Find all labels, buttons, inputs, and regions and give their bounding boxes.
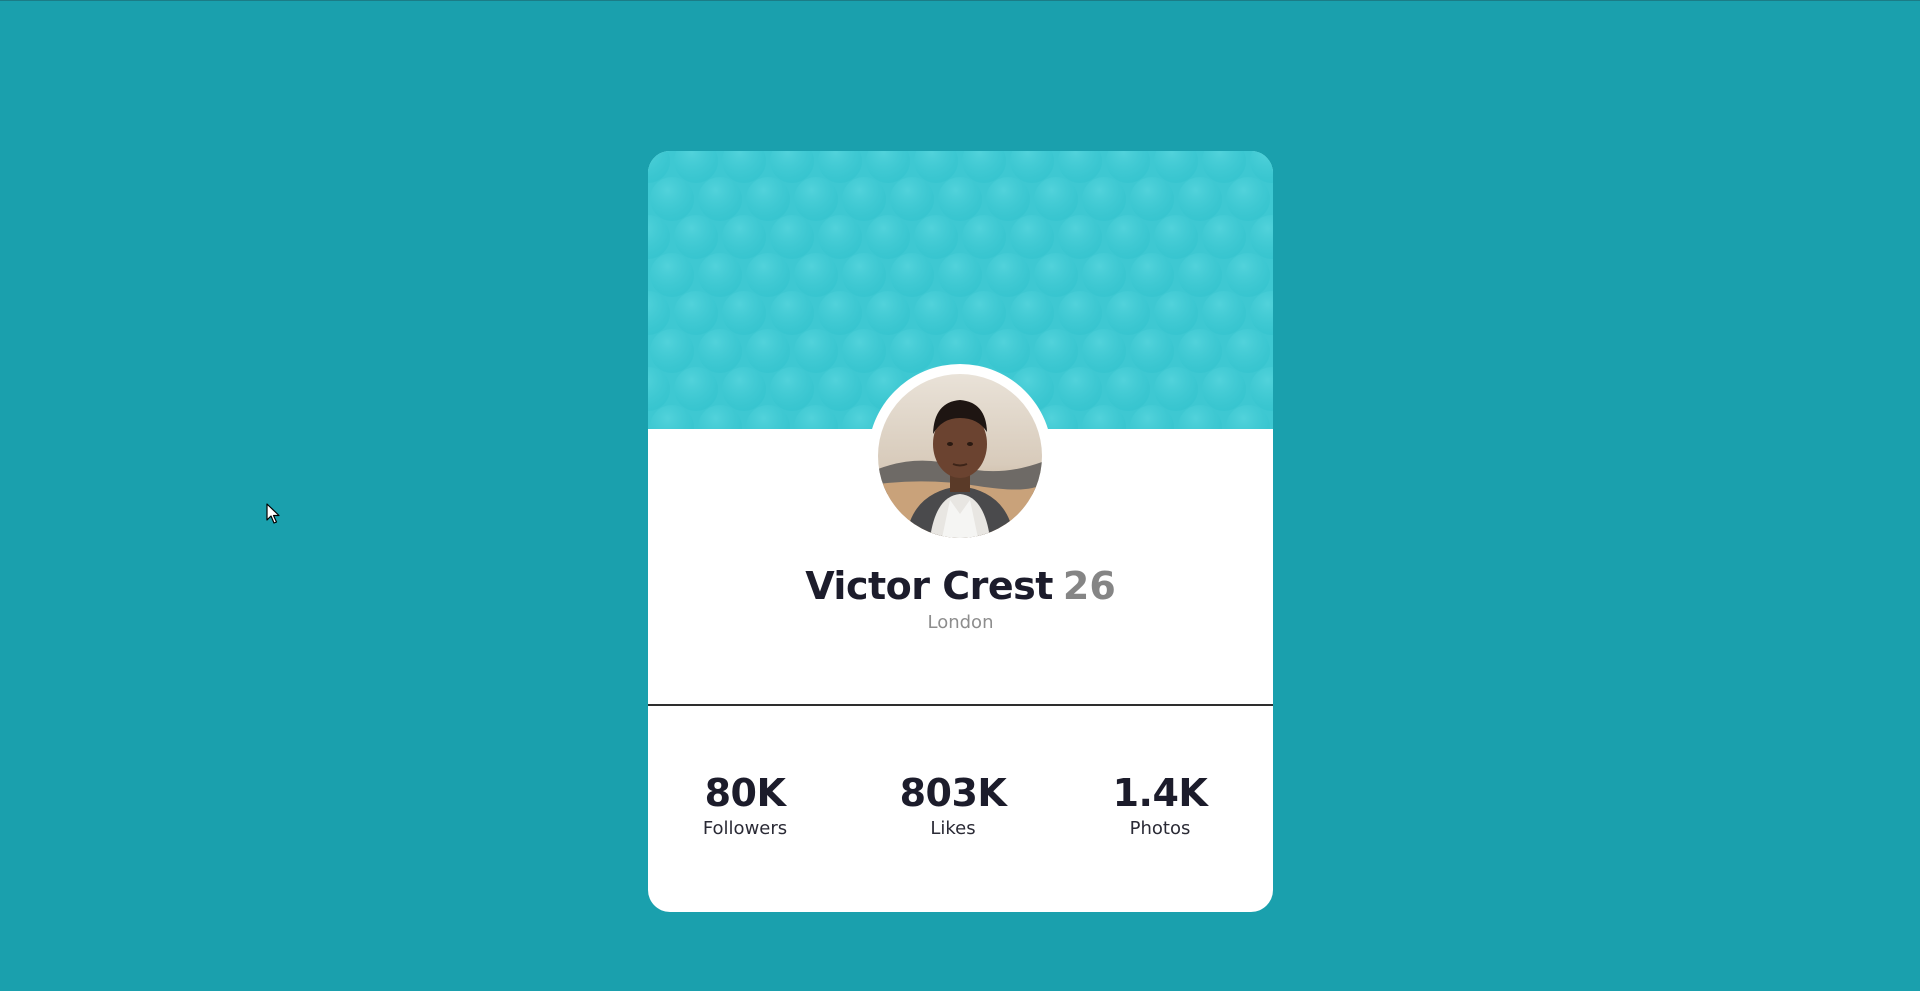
banner-bubble [866, 215, 910, 259]
banner-bubble [770, 215, 814, 259]
banner-bubble [890, 253, 934, 297]
banner-bubble [1226, 329, 1270, 373]
banner-bubble [938, 177, 982, 221]
banner-bubble [866, 291, 910, 335]
banner-bubble [1034, 329, 1078, 373]
banner-bubble [698, 329, 742, 373]
banner-bubble [818, 215, 862, 259]
banner-bubble [1202, 291, 1246, 335]
banner-bubble [1178, 177, 1222, 221]
banner-bubble [698, 253, 742, 297]
banner-bubble [1226, 253, 1270, 297]
banner-bubble [986, 253, 1030, 297]
banner-bubble [1178, 253, 1222, 297]
banner-bubble [986, 177, 1030, 221]
banner-bubble [1202, 367, 1246, 411]
banner-bubble [962, 215, 1006, 259]
avatar-photo [878, 374, 1042, 538]
banner-bubble [1130, 329, 1174, 373]
banner-bubble [722, 367, 766, 411]
banner-bubble [1154, 367, 1198, 411]
stat-likes: 803K Likes [863, 771, 1043, 843]
banner-bubble [1082, 177, 1126, 221]
stat-followers: 80K Followers [655, 771, 835, 843]
banner-bubble [770, 367, 814, 411]
banner-bubble [1202, 215, 1246, 259]
banner-bubble [842, 253, 886, 297]
banner-bubble [794, 253, 838, 297]
banner-bubble [914, 215, 958, 259]
banner-bubble [1154, 291, 1198, 335]
banner-bubble [722, 215, 766, 259]
banner-bubble [1082, 253, 1126, 297]
stat-value: 1.4K [1112, 771, 1208, 815]
profile-card: Victor Crest 26 London 80K Followers 803K… [648, 151, 1273, 912]
avatar [878, 374, 1042, 538]
banner-bubble [1010, 291, 1054, 335]
banner-bubble [1106, 367, 1150, 411]
profile-age: 26 [1062, 564, 1116, 608]
banner-bubble [962, 291, 1006, 335]
banner-bubble [1082, 329, 1126, 373]
banner-bubble [1178, 329, 1222, 373]
banner-bubble [842, 177, 886, 221]
stat-value: 803K [899, 771, 1007, 815]
profile-location: London [927, 612, 994, 633]
banner-bubble [674, 291, 718, 335]
banner-bubble [1226, 177, 1270, 221]
banner-bubble [1058, 367, 1102, 411]
banner-bubble [1130, 253, 1174, 297]
banner-bubble [938, 253, 982, 297]
stat-label: Likes [930, 818, 976, 839]
banner-bubble [722, 291, 766, 335]
stat-photos: 1.4K Photos [1070, 771, 1250, 843]
banner-bubble [842, 329, 886, 373]
banner-bubble [794, 329, 838, 373]
banner-bubble [674, 215, 718, 259]
banner-bubble [746, 177, 790, 221]
banner-bubble [698, 177, 742, 221]
banner-bubble [1058, 291, 1102, 335]
banner-bubble [794, 177, 838, 221]
banner-bubble [818, 291, 862, 335]
banner-bubble [770, 291, 814, 335]
banner-bubble [1154, 215, 1198, 259]
banner-bubble [650, 177, 694, 221]
stat-label: Followers [702, 818, 788, 839]
banner-bubble [1034, 253, 1078, 297]
profile-name: Victor Crest [805, 564, 1053, 608]
mouse-pointer-icon [266, 503, 280, 529]
banner-bubble [818, 367, 862, 411]
banner-bubble [1130, 177, 1174, 221]
banner-bubble [1106, 291, 1150, 335]
banner-bubble [890, 177, 934, 221]
divider [648, 704, 1273, 706]
banner-bubble [914, 291, 958, 335]
stat-label: Photos [1129, 818, 1191, 839]
avatar-ring [868, 364, 1052, 548]
banner-bubble [746, 253, 790, 297]
banner-bubble [890, 329, 934, 373]
banner-bubble [1058, 215, 1102, 259]
banner-bubble [674, 367, 718, 411]
stat-value: 80K [704, 771, 786, 815]
banner-bubble [650, 329, 694, 373]
banner-bubble [986, 329, 1030, 373]
banner-bubble [650, 253, 694, 297]
banner-bubble [1034, 177, 1078, 221]
banner-bubble [1010, 215, 1054, 259]
banner-bubble [746, 329, 790, 373]
banner-bubble [1106, 215, 1150, 259]
